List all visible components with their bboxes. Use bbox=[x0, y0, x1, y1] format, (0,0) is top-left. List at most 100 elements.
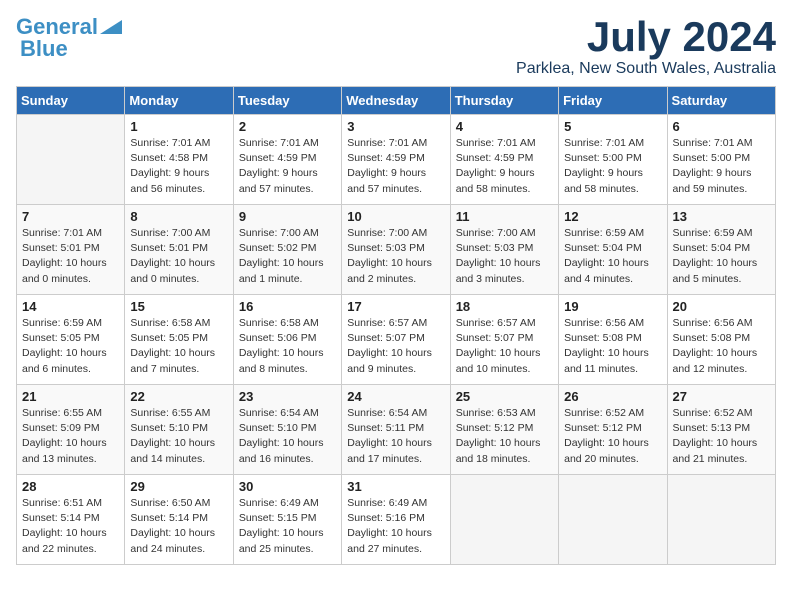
logo: General Blue bbox=[16, 16, 122, 61]
day-number: 27 bbox=[673, 389, 770, 404]
calendar-cell: 19Sunrise: 6:56 AMSunset: 5:08 PMDayligh… bbox=[559, 295, 667, 385]
day-detail: Sunrise: 7:01 AMSunset: 5:00 PMDaylight:… bbox=[564, 136, 661, 197]
day-detail: Sunrise: 6:55 AMSunset: 5:10 PMDaylight:… bbox=[130, 406, 227, 467]
week-row-1: 1Sunrise: 7:01 AMSunset: 4:58 PMDaylight… bbox=[17, 115, 776, 205]
calendar-cell: 20 Sunrise: 6:56 AMSunset: 5:08 PMDayligh… bbox=[667, 295, 775, 385]
calendar-cell: 1Sunrise: 7:01 AMSunset: 4:58 PMDaylight… bbox=[125, 115, 233, 205]
calendar-cell: 8 Sunrise: 7:00 AMSunset: 5:01 PMDaylight… bbox=[125, 205, 233, 295]
day-number: 30 bbox=[239, 479, 336, 494]
day-detail: Sunrise: 6:56 AMSunset: 5:08 PMDaylight:… bbox=[673, 316, 770, 377]
calendar-cell: 10Sunrise: 7:00 AMSunset: 5:03 PMDayligh… bbox=[342, 205, 450, 295]
week-row-2: 7Sunrise: 7:01 AMSunset: 5:01 PMDaylight… bbox=[17, 205, 776, 295]
day-number: 7 bbox=[22, 209, 119, 224]
calendar-cell: 2 Sunrise: 7:01 AMSunset: 4:59 PMDaylight… bbox=[233, 115, 341, 205]
calendar-cell: 6 Sunrise: 7:01 AMSunset: 5:00 PMDaylight… bbox=[667, 115, 775, 205]
day-detail: Sunrise: 7:01 AMSunset: 4:58 PMDaylight:… bbox=[130, 136, 227, 197]
calendar-cell: 17 Sunrise: 6:57 AMSunset: 5:07 PMDayligh… bbox=[342, 295, 450, 385]
day-detail: Sunrise: 6:59 AMSunset: 5:04 PMDaylight:… bbox=[673, 226, 770, 287]
header: General Blue July 2024 Parklea, New Sout… bbox=[16, 16, 776, 78]
day-number: 9 bbox=[239, 209, 336, 224]
calendar-cell: 31Sunrise: 6:49 AMSunset: 5:16 PMDayligh… bbox=[342, 475, 450, 565]
day-detail: Sunrise: 6:53 AMSunset: 5:12 PMDaylight:… bbox=[456, 406, 553, 467]
day-number: 25 bbox=[456, 389, 553, 404]
day-number: 18 bbox=[456, 299, 553, 314]
calendar-cell: 9 Sunrise: 7:00 AMSunset: 5:02 PMDaylight… bbox=[233, 205, 341, 295]
calendar-cell: 15 Sunrise: 6:58 AMSunset: 5:05 PMDayligh… bbox=[125, 295, 233, 385]
day-number: 2 bbox=[239, 119, 336, 134]
day-header-saturday: Saturday bbox=[667, 87, 775, 115]
header-row: SundayMondayTuesdayWednesdayThursdayFrid… bbox=[17, 87, 776, 115]
calendar-cell bbox=[450, 475, 558, 565]
logo-text: General bbox=[16, 16, 98, 38]
logo-triangle-icon bbox=[100, 16, 122, 34]
calendar-cell: 14Sunrise: 6:59 AMSunset: 5:05 PMDayligh… bbox=[17, 295, 125, 385]
calendar-cell: 22 Sunrise: 6:55 AMSunset: 5:10 PMDayligh… bbox=[125, 385, 233, 475]
week-row-3: 14Sunrise: 6:59 AMSunset: 5:05 PMDayligh… bbox=[17, 295, 776, 385]
calendar-cell: 24Sunrise: 6:54 AMSunset: 5:11 PMDayligh… bbox=[342, 385, 450, 475]
day-detail: Sunrise: 7:01 AMSunset: 5:00 PMDaylight:… bbox=[673, 136, 770, 197]
calendar-cell: 7Sunrise: 7:01 AMSunset: 5:01 PMDaylight… bbox=[17, 205, 125, 295]
day-number: 13 bbox=[673, 209, 770, 224]
day-detail: Sunrise: 6:58 AMSunset: 5:06 PMDaylight:… bbox=[239, 316, 336, 377]
calendar-cell: 12 Sunrise: 6:59 AMSunset: 5:04 PMDayligh… bbox=[559, 205, 667, 295]
calendar-cell: 4 Sunrise: 7:01 AMSunset: 4:59 PMDaylight… bbox=[450, 115, 558, 205]
calendar-table: SundayMondayTuesdayWednesdayThursdayFrid… bbox=[16, 86, 776, 565]
day-number: 29 bbox=[130, 479, 227, 494]
location: Parklea, New South Wales, Australia bbox=[516, 60, 776, 78]
day-number: 23 bbox=[239, 389, 336, 404]
calendar-cell: 5 Sunrise: 7:01 AMSunset: 5:00 PMDaylight… bbox=[559, 115, 667, 205]
calendar-cell: 28 Sunrise: 6:51 AMSunset: 5:14 PMDayligh… bbox=[17, 475, 125, 565]
day-number: 5 bbox=[564, 119, 661, 134]
logo-blue-text: Blue bbox=[20, 36, 68, 61]
calendar-cell: 27 Sunrise: 6:52 AMSunset: 5:13 PMDayligh… bbox=[667, 385, 775, 475]
day-number: 6 bbox=[673, 119, 770, 134]
calendar-cell: 11Sunrise: 7:00 AMSunset: 5:03 PMDayligh… bbox=[450, 205, 558, 295]
day-header-monday: Monday bbox=[125, 87, 233, 115]
week-row-5: 28 Sunrise: 6:51 AMSunset: 5:14 PMDayligh… bbox=[17, 475, 776, 565]
day-detail: Sunrise: 7:01 AMSunset: 4:59 PMDaylight:… bbox=[239, 136, 336, 197]
calendar-cell bbox=[667, 475, 775, 565]
calendar-cell: 16 Sunrise: 6:58 AMSunset: 5:06 PMDayligh… bbox=[233, 295, 341, 385]
day-detail: Sunrise: 7:00 AMSunset: 5:02 PMDaylight:… bbox=[239, 226, 336, 287]
calendar-cell: 21 Sunrise: 6:55 AMSunset: 5:09 PMDayligh… bbox=[17, 385, 125, 475]
calendar-cell: 18 Sunrise: 6:57 AMSunset: 5:07 PMDayligh… bbox=[450, 295, 558, 385]
day-header-wednesday: Wednesday bbox=[342, 87, 450, 115]
day-number: 11 bbox=[456, 209, 553, 224]
day-number: 21 bbox=[22, 389, 119, 404]
day-detail: Sunrise: 6:50 AMSunset: 5:14 PMDaylight:… bbox=[130, 496, 227, 557]
day-header-sunday: Sunday bbox=[17, 87, 125, 115]
day-number: 26 bbox=[564, 389, 661, 404]
day-detail: Sunrise: 6:52 AMSunset: 5:13 PMDaylight:… bbox=[673, 406, 770, 467]
calendar-cell: 30Sunrise: 6:49 AMSunset: 5:15 PMDayligh… bbox=[233, 475, 341, 565]
day-number: 4 bbox=[456, 119, 553, 134]
day-number: 22 bbox=[130, 389, 227, 404]
day-number: 8 bbox=[130, 209, 227, 224]
day-number: 12 bbox=[564, 209, 661, 224]
calendar-cell bbox=[17, 115, 125, 205]
day-number: 28 bbox=[22, 479, 119, 494]
calendar-cell: 29 Sunrise: 6:50 AMSunset: 5:14 PMDayligh… bbox=[125, 475, 233, 565]
day-detail: Sunrise: 6:58 AMSunset: 5:05 PMDaylight:… bbox=[130, 316, 227, 377]
day-number: 10 bbox=[347, 209, 444, 224]
day-detail: Sunrise: 6:59 AMSunset: 5:05 PMDaylight:… bbox=[22, 316, 119, 377]
calendar-cell: 23Sunrise: 6:54 AMSunset: 5:10 PMDayligh… bbox=[233, 385, 341, 475]
day-number: 3 bbox=[347, 119, 444, 134]
day-detail: Sunrise: 6:57 AMSunset: 5:07 PMDaylight:… bbox=[456, 316, 553, 377]
day-number: 16 bbox=[239, 299, 336, 314]
day-number: 19 bbox=[564, 299, 661, 314]
day-detail: Sunrise: 6:57 AMSunset: 5:07 PMDaylight:… bbox=[347, 316, 444, 377]
calendar-cell: 13 Sunrise: 6:59 AMSunset: 5:04 PMDayligh… bbox=[667, 205, 775, 295]
day-number: 31 bbox=[347, 479, 444, 494]
day-number: 24 bbox=[347, 389, 444, 404]
day-number: 17 bbox=[347, 299, 444, 314]
day-header-friday: Friday bbox=[559, 87, 667, 115]
calendar-cell: 26Sunrise: 6:52 AMSunset: 5:12 PMDayligh… bbox=[559, 385, 667, 475]
calendar-cell: 25 Sunrise: 6:53 AMSunset: 5:12 PMDayligh… bbox=[450, 385, 558, 475]
day-detail: Sunrise: 6:51 AMSunset: 5:14 PMDaylight:… bbox=[22, 496, 119, 557]
day-number: 20 bbox=[673, 299, 770, 314]
day-detail: Sunrise: 6:59 AMSunset: 5:04 PMDaylight:… bbox=[564, 226, 661, 287]
day-detail: Sunrise: 7:00 AMSunset: 5:01 PMDaylight:… bbox=[130, 226, 227, 287]
day-number: 15 bbox=[130, 299, 227, 314]
day-detail: Sunrise: 6:55 AMSunset: 5:09 PMDaylight:… bbox=[22, 406, 119, 467]
day-detail: Sunrise: 7:01 AMSunset: 4:59 PMDaylight:… bbox=[456, 136, 553, 197]
